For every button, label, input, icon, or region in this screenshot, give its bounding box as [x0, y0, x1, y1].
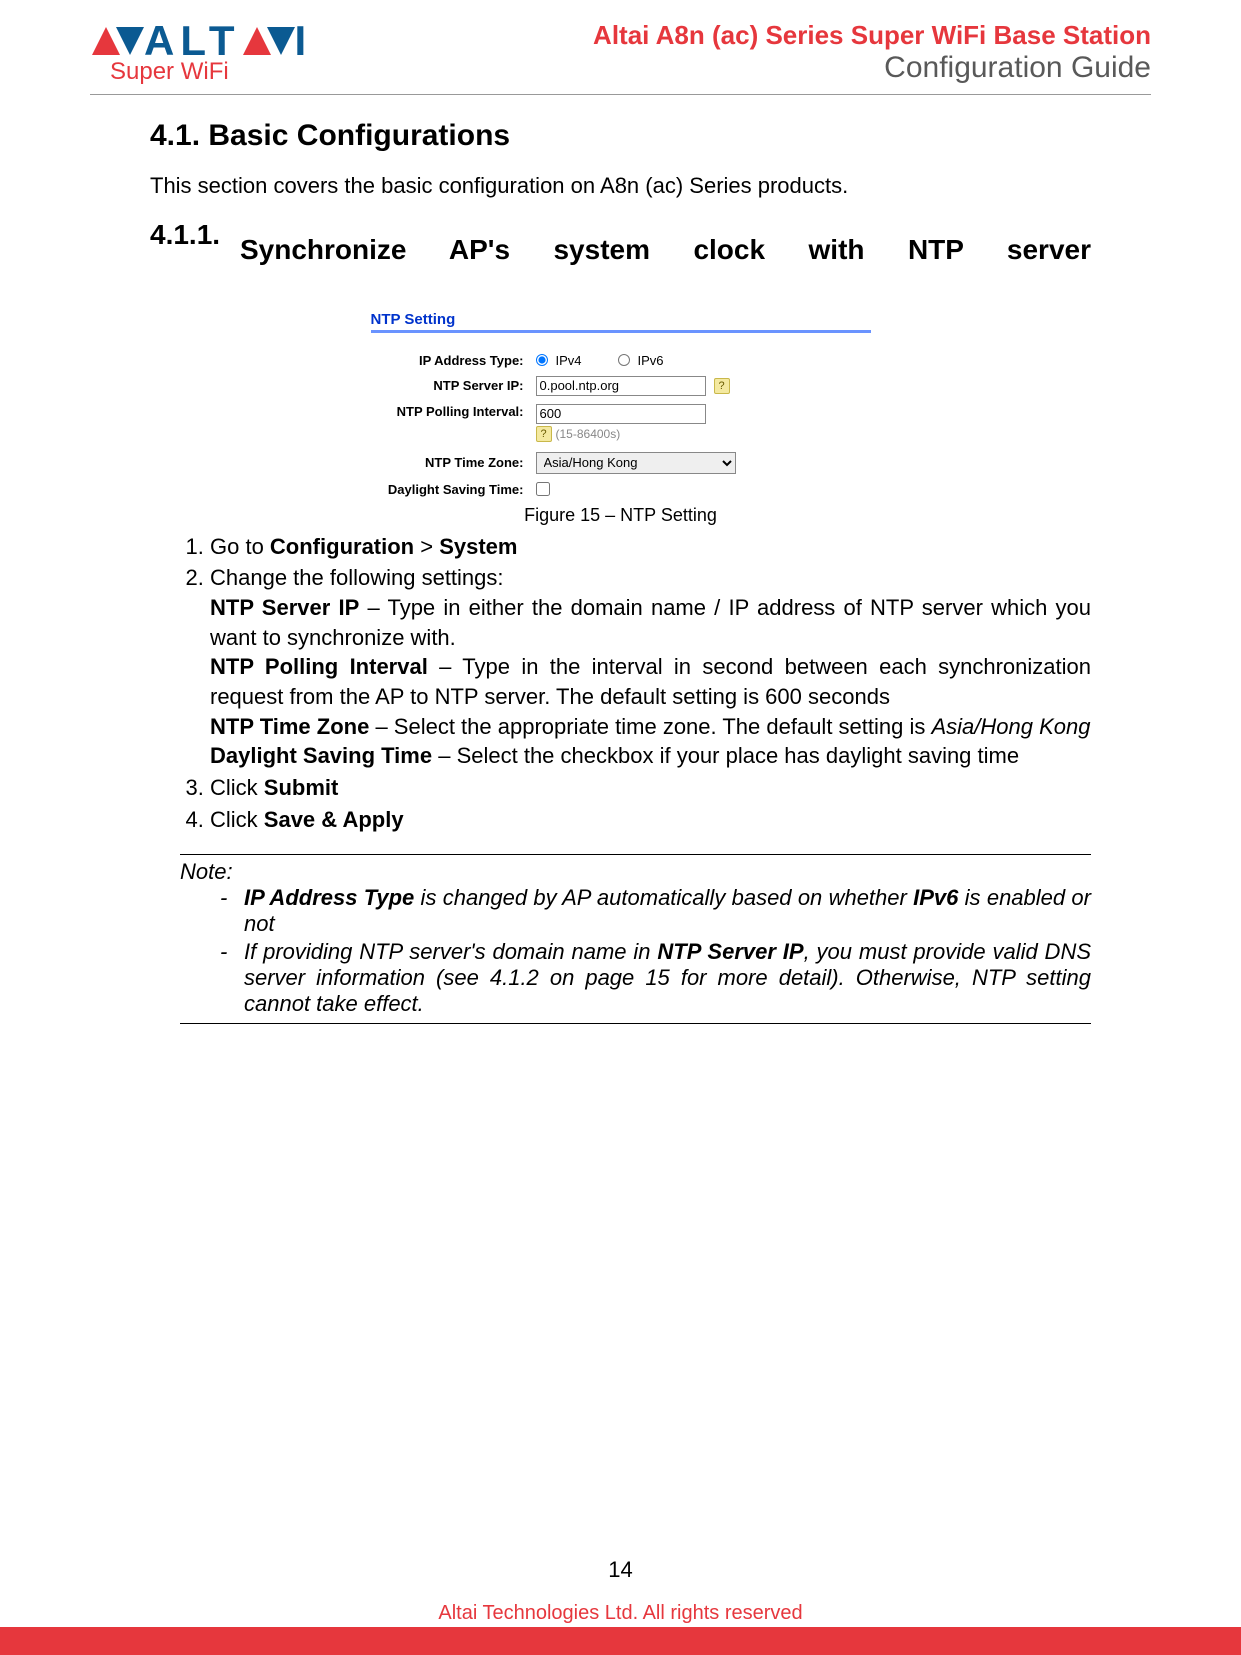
label-ip-type: IP Address Type:: [371, 353, 536, 368]
logo-triangle2-icon: [267, 27, 295, 55]
radio-ipv6-label: IPv6: [638, 353, 664, 368]
subsection-heading: 4.1.1. Synchronize AP's system clock wit…: [150, 219, 1091, 281]
info-icon: ?: [714, 378, 730, 394]
page-header: ALT I Super WiFi Altai A8n (ac) Series S…: [90, 20, 1151, 95]
note-block: Note: IP Address Type is changed by AP a…: [180, 854, 1091, 1024]
info-icon: ?: [536, 426, 552, 442]
checkbox-dst[interactable]: [536, 482, 550, 496]
figure-caption: Figure 15 – NTP Setting: [150, 505, 1091, 526]
subsection-title: Synchronize AP's system clock with NTP s…: [240, 219, 1091, 281]
label-timezone: NTP Time Zone:: [371, 455, 536, 470]
section-title: Basic Configurations: [208, 119, 510, 152]
logo-text-2: I: [295, 20, 313, 62]
radio-ipv6[interactable]: [618, 354, 630, 366]
polling-hint: (15-86400s): [556, 427, 621, 441]
label-dst: Daylight Saving Time:: [371, 482, 536, 497]
select-timezone[interactable]: Asia/Hong Kong: [536, 452, 736, 474]
logo-text-1: ALT: [144, 20, 241, 62]
radio-ipv4-label: IPv4: [556, 353, 582, 368]
label-polling: NTP Polling Interval:: [371, 404, 536, 419]
subsection-number: 4.1.1.: [150, 219, 240, 281]
instruction-list: Go to Configuration > System Change the …: [150, 532, 1091, 835]
figure-panel-title: NTP Setting: [371, 311, 871, 333]
note-item-1: IP Address Type is changed by AP automat…: [220, 885, 1091, 937]
input-server-ip[interactable]: [536, 376, 706, 396]
step-3: Click Submit: [210, 773, 1091, 803]
footer-copyright: Altai Technologies Ltd. All rights reser…: [0, 1602, 1241, 1625]
step-1: Go to Configuration > System: [210, 532, 1091, 562]
label-server-ip: NTP Server IP:: [371, 378, 536, 393]
section-heading: 4.1. Basic Configurations: [150, 119, 1091, 153]
brand-logo: ALT I Super WiFi: [90, 20, 312, 86]
ntp-settings-figure: NTP Setting IP Address Type: IPv4 IPv6 N…: [371, 311, 871, 497]
step-4: Click Save & Apply: [210, 805, 1091, 835]
doc-subtitle: Configuration Guide: [593, 51, 1151, 85]
radio-ipv4[interactable]: [536, 354, 548, 366]
logo-subtitle: Super WiFi: [110, 58, 312, 86]
note-item-2: If providing NTP server's domain name in…: [220, 939, 1091, 1017]
section-number: 4.1.: [150, 119, 200, 152]
input-polling[interactable]: [536, 404, 706, 424]
header-right: Altai A8n (ac) Series Super WiFi Base St…: [593, 20, 1151, 85]
footer-bar: [0, 1627, 1241, 1655]
section-intro: This section covers the basic configurat…: [150, 173, 1091, 199]
page-number: 14: [0, 1557, 1241, 1583]
step-2: Change the following settings: NTP Serve…: [210, 563, 1091, 771]
note-heading: Note:: [180, 859, 1091, 885]
logo-triangle2-icon: [116, 27, 144, 55]
doc-series-title: Altai A8n (ac) Series Super WiFi Base St…: [593, 20, 1151, 51]
